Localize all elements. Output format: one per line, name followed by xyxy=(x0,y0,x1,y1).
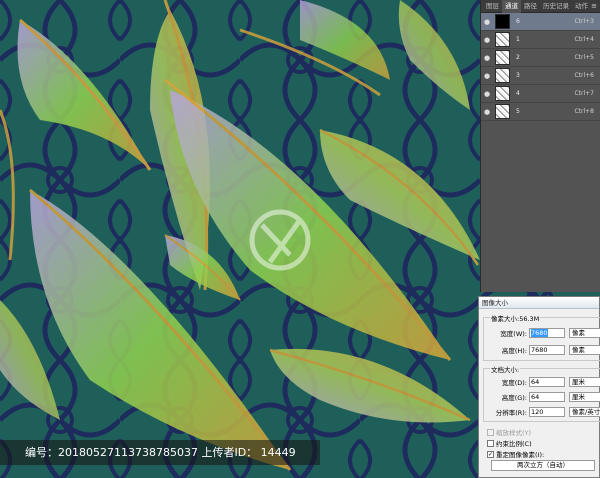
pixel-height-input[interactable]: 7680 xyxy=(529,345,565,355)
tab-layers[interactable]: 图层 xyxy=(483,0,502,13)
panel-menu-icon[interactable]: ≡ xyxy=(591,0,597,13)
channel-thumbnail xyxy=(495,14,510,29)
channel-name: 6 xyxy=(516,18,520,25)
channel-name: 3 xyxy=(516,72,520,79)
pixel-height-row: 高度(H): 7680 像素 xyxy=(484,345,600,355)
channel-name: 2 xyxy=(516,54,520,61)
scale-styles-option[interactable]: 缩放样式(Y) xyxy=(487,427,531,437)
doc-height-row: 高度(G): 64 厘米 xyxy=(484,392,600,402)
doc-width-unit-select[interactable]: 厘米 xyxy=(569,377,600,387)
constrain-option[interactable]: 约束比例(C) xyxy=(487,438,532,448)
channel-shortcut: Ctrl+3 xyxy=(574,18,594,25)
channel-shortcut: Ctrl+6 xyxy=(574,72,594,79)
channel-name: 1 xyxy=(516,36,520,43)
channel-row[interactable]: ● 6 Ctrl+3 xyxy=(481,13,600,31)
pixel-width-label: 宽度(W): xyxy=(500,330,527,338)
channel-list: ● 6 Ctrl+3 ● 1 Ctrl+4 ● 2 Ctrl+5 ● 3 Ctr… xyxy=(481,13,600,121)
tab-paths[interactable]: 路径 xyxy=(521,0,540,13)
document-size-label: 文档大小: xyxy=(490,364,521,374)
channel-thumbnail xyxy=(495,104,510,119)
channel-thumbnail xyxy=(495,86,510,101)
tab-history[interactable]: 历史记录 xyxy=(540,0,572,13)
channel-row[interactable]: ● 4 Ctrl+7 xyxy=(481,85,600,103)
doc-width-label: 宽度(D): xyxy=(501,379,527,387)
channel-row[interactable]: ● 3 Ctrl+6 xyxy=(481,67,600,85)
eye-icon[interactable]: ● xyxy=(481,54,493,62)
pixel-dimensions-label: 像素大小:56.3M xyxy=(490,313,541,323)
eye-icon[interactable]: ● xyxy=(481,90,493,98)
watermark-id-bar: 编号：20180527113738785037 上传者ID： 14449 xyxy=(0,440,320,465)
channel-thumbnail xyxy=(495,32,510,47)
channel-thumbnail xyxy=(495,50,510,65)
channel-name: 5 xyxy=(516,108,520,115)
resolution-input[interactable]: 120 xyxy=(529,407,565,417)
channel-row[interactable]: ● 1 Ctrl+4 xyxy=(481,31,600,49)
doc-height-input[interactable]: 64 xyxy=(529,392,565,402)
pixel-width-value: 7680 xyxy=(531,329,548,337)
pixel-height-unit-select[interactable]: 像素 xyxy=(569,345,600,355)
pixel-width-unit-select[interactable]: 像素 xyxy=(569,328,600,338)
pixel-height-label: 高度(H): xyxy=(501,347,527,355)
document-size-group: 文档大小: 宽度(D): 64 厘米 高度(G): 64 厘米 分辨率(R): … xyxy=(483,364,600,422)
resample-option[interactable]: ✓ 重定图像像素(I): xyxy=(487,449,544,459)
constrain-checkbox[interactable] xyxy=(487,439,494,447)
doc-height-unit-select[interactable]: 厘米 xyxy=(569,392,600,402)
tab-actions[interactable]: 动作 xyxy=(572,0,591,13)
panel-tab-bar: 图层 通道 路径 历史记录 动作 ≡ xyxy=(481,0,600,13)
resolution-label: 分辨率(R): xyxy=(495,409,527,417)
resample-label: 重定图像像素(I): xyxy=(496,451,545,459)
doc-width-input[interactable]: 64 xyxy=(529,377,565,387)
eye-icon[interactable]: ● xyxy=(481,72,493,80)
doc-height-label: 高度(G): xyxy=(501,394,527,402)
eye-icon[interactable]: ● xyxy=(481,36,493,44)
dialog-title[interactable]: 图像大小 xyxy=(479,297,599,309)
channel-shortcut: Ctrl+8 xyxy=(574,108,594,115)
pixel-width-row: 宽度(W): 7680 像素 xyxy=(484,328,600,338)
scale-styles-checkbox[interactable] xyxy=(487,428,494,436)
channels-panel: 图层 通道 路径 历史记录 动作 ≡ ● 6 Ctrl+3 ● 1 Ctrl+4… xyxy=(480,0,600,292)
doc-width-row: 宽度(D): 64 厘米 xyxy=(484,377,600,387)
channel-shortcut: Ctrl+4 xyxy=(574,36,594,43)
channel-thumbnail xyxy=(495,68,510,83)
tab-channels[interactable]: 通道 xyxy=(502,0,521,13)
constrain-label: 约束比例(C) xyxy=(496,440,532,448)
scale-styles-label: 缩放样式(Y) xyxy=(496,429,532,437)
resolution-row: 分辨率(R): 120 像素/英寸 xyxy=(484,407,600,417)
channel-row[interactable]: ● 5 Ctrl+8 xyxy=(481,103,600,121)
eye-icon[interactable]: ● xyxy=(481,108,493,116)
channel-name: 4 xyxy=(516,90,520,97)
channel-shortcut: Ctrl+5 xyxy=(574,54,594,61)
eye-icon[interactable]: ● xyxy=(481,18,493,26)
resample-method-select[interactable]: 两次立方（自动） xyxy=(491,460,595,471)
image-size-dialog: 图像大小 像素大小:56.3M 宽度(W): 7680 像素 高度(H): 76… xyxy=(478,296,600,478)
resolution-unit-select[interactable]: 像素/英寸 xyxy=(569,407,600,417)
channel-row[interactable]: ● 2 Ctrl+5 xyxy=(481,49,600,67)
pixel-dimensions-group: 像素大小:56.3M 宽度(W): 7680 像素 高度(H): 7680 像素 xyxy=(483,313,600,361)
channel-shortcut: Ctrl+7 xyxy=(574,90,594,97)
resample-checkbox[interactable]: ✓ xyxy=(487,450,494,458)
pixel-width-input[interactable]: 7680 xyxy=(529,328,565,338)
